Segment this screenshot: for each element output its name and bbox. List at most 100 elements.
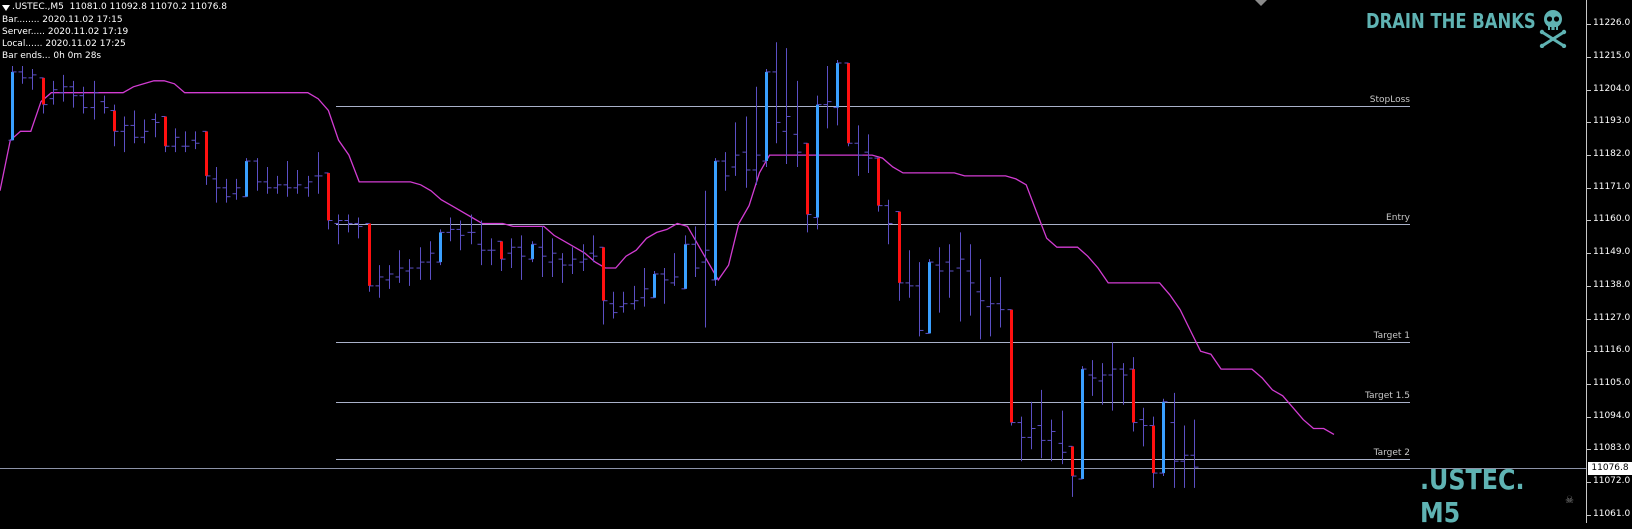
ohlc-bar[interactable] <box>762 68 771 168</box>
ohlc-bar[interactable] <box>354 217 363 239</box>
ohlc-bar[interactable] <box>110 104 119 147</box>
ohlc-bar[interactable] <box>558 253 567 283</box>
ohlc-bar[interactable] <box>1119 363 1128 405</box>
ohlc-bar[interactable] <box>477 220 486 266</box>
ohlc-bar[interactable] <box>1027 401 1036 450</box>
ohlc-bar[interactable] <box>426 241 435 280</box>
ohlc-bar[interactable] <box>507 238 516 269</box>
ohlc-bar[interactable] <box>334 214 343 245</box>
ohlc-bar[interactable] <box>874 157 883 212</box>
ohlc-bar[interactable] <box>599 246 608 325</box>
ohlc-bar[interactable] <box>1058 410 1067 465</box>
ohlc-bar[interactable] <box>1180 425 1189 488</box>
ohlc-bar[interactable] <box>670 253 679 286</box>
ohlc-bar[interactable] <box>854 125 863 176</box>
ohlc-bar[interactable] <box>731 122 740 176</box>
ohlc-bar[interactable] <box>701 190 710 328</box>
ohlc-bar[interactable] <box>884 199 893 245</box>
ohlc-bar[interactable] <box>100 95 109 114</box>
ohlc-bar[interactable] <box>742 116 751 188</box>
ohlc-bar[interactable] <box>130 110 139 144</box>
ohlc-bar[interactable] <box>1037 389 1046 459</box>
ohlc-bar[interactable] <box>212 167 221 203</box>
ohlc-bar[interactable] <box>90 80 99 120</box>
ohlc-bar[interactable] <box>568 247 577 274</box>
ohlc-bar[interactable] <box>915 262 924 337</box>
ohlc-bar[interactable] <box>293 169 302 194</box>
price-chart[interactable] <box>0 0 1586 523</box>
ohlc-bar[interactable] <box>1129 357 1138 432</box>
ohlc-bar[interactable] <box>222 178 231 203</box>
ohlc-bar[interactable] <box>1170 392 1179 488</box>
ohlc-bar[interactable] <box>1068 445 1077 497</box>
ohlc-bar[interactable] <box>1098 363 1107 405</box>
ohlc-bar[interactable] <box>844 62 853 147</box>
ohlc-bar[interactable] <box>446 217 455 242</box>
ohlc-bar[interactable] <box>283 161 292 197</box>
ohlc-bar[interactable] <box>273 175 282 194</box>
ohlc-bar[interactable] <box>232 178 241 200</box>
ohlc-bar[interactable] <box>1108 342 1117 411</box>
ohlc-bar[interactable] <box>935 247 944 313</box>
ohlc-bar[interactable] <box>1159 398 1168 477</box>
ohlc-bar[interactable] <box>202 130 211 185</box>
ohlc-bar[interactable] <box>253 158 262 191</box>
ohlc-bar[interactable] <box>314 152 323 194</box>
ohlc-bar[interactable] <box>1139 407 1148 447</box>
ohlc-bar[interactable] <box>191 131 200 150</box>
ohlc-bar[interactable] <box>120 116 129 153</box>
ohlc-bar[interactable] <box>681 235 690 290</box>
ohlc-bar[interactable] <box>793 80 802 168</box>
ohlc-bar[interactable] <box>385 265 394 289</box>
ohlc-bar[interactable] <box>945 244 954 298</box>
ohlc-bar[interactable] <box>140 119 149 144</box>
ohlc-bar[interactable] <box>956 232 965 322</box>
ohlc-bar[interactable] <box>18 65 27 84</box>
ohlc-bar[interactable] <box>517 235 526 280</box>
ohlc-bar[interactable] <box>171 128 180 153</box>
ohlc-bar[interactable] <box>721 152 730 191</box>
ohlc-bar[interactable] <box>1078 366 1087 480</box>
ohlc-bar[interactable] <box>161 115 170 153</box>
ohlc-bar[interactable] <box>365 222 374 292</box>
ohlc-bar[interactable] <box>803 142 812 233</box>
ohlc-bar[interactable] <box>304 175 313 197</box>
ohlc-bar[interactable] <box>976 259 985 340</box>
ohlc-bar[interactable] <box>416 247 425 280</box>
ohlc-bar[interactable] <box>405 259 414 286</box>
ohlc-bar[interactable] <box>660 268 669 304</box>
ohlc-bar[interactable] <box>925 259 934 334</box>
ohlc-bar[interactable] <box>395 250 404 283</box>
ohlc-bar[interactable] <box>1017 416 1026 462</box>
ohlc-bar[interactable] <box>436 229 445 266</box>
shift-marker-icon[interactable] <box>1255 0 1267 6</box>
ohlc-bar[interactable] <box>324 172 333 230</box>
ohlc-bar[interactable] <box>691 226 700 277</box>
ohlc-bar[interactable] <box>548 238 557 277</box>
ohlc-bar[interactable] <box>39 77 48 114</box>
chart-menu-arrow-icon[interactable] <box>2 5 10 11</box>
ohlc-bar[interactable] <box>640 268 649 307</box>
ohlc-bar[interactable] <box>538 226 547 277</box>
ohlc-bar[interactable] <box>609 291 618 319</box>
ohlc-bar[interactable] <box>864 134 873 173</box>
chart-area[interactable]: .USTEC.,M5 11081.0 11092.8 11070.2 11076… <box>0 0 1586 529</box>
ohlc-bar[interactable] <box>711 158 720 286</box>
ohlc-bar[interactable] <box>528 241 537 263</box>
ohlc-bar[interactable] <box>986 276 995 337</box>
ohlc-bar[interactable] <box>752 86 761 185</box>
price-axis[interactable]: 11226.0 11215.0 11204.0 11193.0 11182.0 11171… <box>1586 0 1632 523</box>
ohlc-bar[interactable] <box>813 95 822 230</box>
ohlc-bar[interactable] <box>375 265 384 298</box>
ohlc-bar[interactable] <box>79 86 88 114</box>
ohlc-bar[interactable] <box>151 113 160 138</box>
ohlc-bar[interactable] <box>905 250 914 298</box>
ohlc-bar[interactable] <box>966 244 975 316</box>
ohlc-bar[interactable] <box>1007 309 1016 426</box>
ohlc-bar[interactable] <box>1190 419 1199 488</box>
ohlc-bar[interactable] <box>1149 416 1158 488</box>
ohlc-bar[interactable] <box>1047 419 1056 462</box>
ohlc-bar[interactable] <box>487 238 496 266</box>
ohlc-bar[interactable] <box>263 167 272 194</box>
ohlc-bar[interactable] <box>996 276 1005 328</box>
